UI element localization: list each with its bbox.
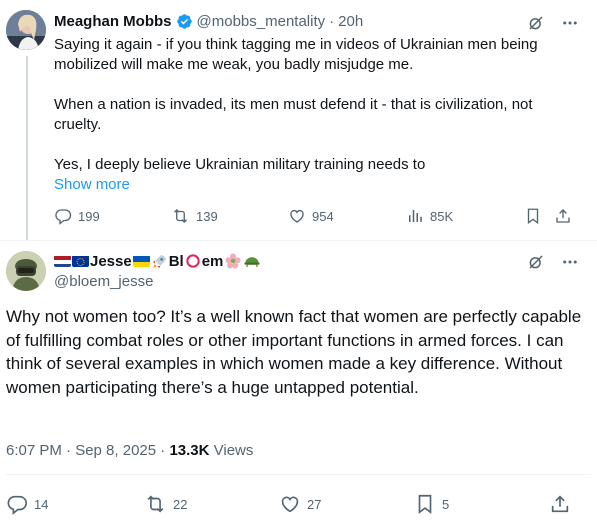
rocket-icon	[151, 253, 168, 270]
ukraine-flag-icon	[132, 255, 150, 267]
author-name[interactable]: Jesse Bl em	[54, 252, 261, 270]
red-circle-icon	[185, 253, 201, 269]
heart-icon	[288, 207, 306, 225]
tweet-timestamp-row: 6:07 PM · Sep 8, 2025 · 13.3K Views	[6, 442, 253, 459]
repost-icon	[144, 493, 167, 515]
grok-icon[interactable]	[527, 14, 545, 32]
show-more-link[interactable]: Show more	[54, 176, 130, 193]
tweet-text: Saying it again - if you think tagging m…	[54, 35, 574, 175]
bookmark-icon	[414, 493, 436, 515]
reply-count: 199	[78, 208, 100, 224]
reply-button[interactable]: 14	[6, 493, 48, 515]
divider	[0, 240, 597, 241]
repost-button[interactable]: 139	[171, 207, 218, 225]
like-button[interactable]: 954	[288, 207, 334, 225]
reply-icon	[54, 207, 72, 225]
like-count: 27	[307, 496, 322, 512]
tweet-text: Why not women too? It’s a well known fac…	[6, 307, 582, 397]
share-icon	[554, 207, 572, 225]
reply-button[interactable]: 199	[54, 207, 100, 225]
tweet-paragraph: Yes, I deeply believe Ukrainian military…	[54, 156, 426, 173]
flower-icon	[224, 252, 242, 270]
repost-icon	[171, 207, 190, 225]
post-time[interactable]: 20h	[338, 13, 363, 30]
heart-icon	[279, 493, 301, 515]
views-button[interactable]: 85K	[406, 207, 453, 225]
repost-count: 139	[196, 208, 218, 224]
separator-dot: ·	[329, 13, 335, 30]
bookmark-icon	[524, 207, 542, 225]
share-icon	[549, 493, 571, 515]
reply-count: 14	[34, 496, 49, 512]
bookmark-button[interactable]: 5	[414, 493, 449, 515]
bookmark-button[interactable]	[524, 207, 542, 225]
parent-tweet[interactable]: Meaghan Mobbs @mobbs_mentality · 20h Say…	[0, 0, 597, 240]
author-name-text: Jesse	[90, 252, 132, 270]
tweet-actions: 14 22 27 5	[6, 493, 586, 515]
eu-flag-icon	[72, 255, 89, 267]
author-handle[interactable]: @bloem_jesse	[54, 273, 153, 290]
like-count: 954	[312, 208, 334, 224]
author-handle[interactable]: @mobbs_mentality	[197, 13, 326, 30]
views-label: Views	[209, 442, 254, 459]
repost-button[interactable]: 22	[144, 493, 187, 515]
divider	[6, 474, 591, 475]
timestamp[interactable]: 6:07 PM · Sep 8, 2025 ·	[6, 442, 169, 459]
military-helmet-icon	[243, 252, 261, 270]
repost-count: 22	[173, 496, 188, 512]
more-options-icon[interactable]	[561, 14, 579, 32]
tweet-paragraph: Saying it again - if you think tagging m…	[54, 36, 538, 73]
author-name-text: Bl	[168, 252, 184, 270]
analytics-icon	[406, 207, 424, 225]
views-count: 13.3K	[169, 442, 210, 459]
bookmark-count: 5	[442, 496, 450, 512]
tweet-header: Meaghan Mobbs @mobbs_mentality · 20h	[54, 13, 363, 30]
avatar[interactable]	[6, 251, 46, 291]
like-button[interactable]: 27	[279, 493, 321, 515]
netherlands-flag-icon	[54, 255, 71, 267]
grok-icon[interactable]	[527, 253, 545, 271]
avatar[interactable]	[6, 10, 46, 50]
view-count: 85K	[430, 208, 454, 224]
author-name-text: em	[201, 252, 224, 270]
tweet-paragraph: When a nation is invaded, its men must d…	[54, 96, 533, 133]
reply-icon	[6, 493, 28, 515]
author-name[interactable]: Meaghan Mobbs	[54, 13, 172, 30]
more-options-icon[interactable]	[561, 253, 579, 271]
share-button[interactable]	[549, 493, 571, 515]
thread-connector-line	[26, 56, 28, 240]
verified-badge-icon	[176, 13, 193, 30]
tweet-actions: 199 139 954 85K	[54, 207, 584, 227]
share-button[interactable]	[554, 207, 572, 225]
